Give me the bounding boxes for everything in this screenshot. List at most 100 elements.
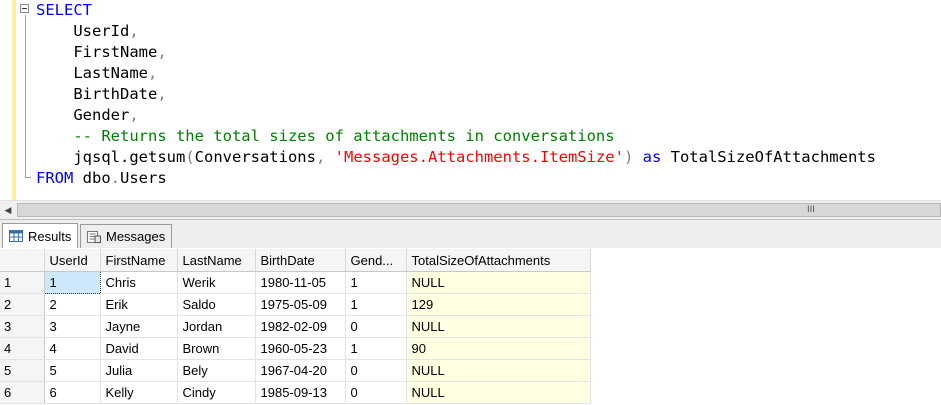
code-token: , bbox=[129, 22, 139, 40]
code-line[interactable]: -- Returns the total sizes of attachment… bbox=[36, 126, 876, 147]
tab-messages[interactable]: Messages bbox=[80, 224, 173, 248]
code-token: Users bbox=[120, 169, 167, 187]
grid-cell[interactable]: 1 bbox=[43, 271, 101, 294]
scrollbar-thumb[interactable]: III bbox=[17, 203, 941, 217]
code-line[interactable]: BirthDate, bbox=[36, 84, 876, 105]
grid-cell[interactable]: Jayne bbox=[100, 315, 178, 338]
scroll-left-arrow-icon[interactable]: ◀ bbox=[0, 201, 16, 219]
outline-line-end bbox=[25, 177, 31, 178]
column-header[interactable]: TotalSizeOfAttachments bbox=[406, 249, 591, 272]
code-line[interactable]: jqsql.getsum(Conversations, 'Messages.At… bbox=[36, 147, 876, 168]
code-token: Gender bbox=[36, 106, 130, 124]
grid-cell[interactable]: Jordan bbox=[177, 315, 256, 338]
code-line[interactable]: Gender, bbox=[36, 105, 876, 126]
grid-corner[interactable] bbox=[0, 249, 45, 272]
grid-cell[interactable]: NULL bbox=[406, 381, 591, 404]
grid-cell[interactable]: 0 bbox=[345, 359, 407, 382]
messages-icon bbox=[87, 230, 101, 243]
code-token: , bbox=[157, 43, 167, 61]
code-line[interactable]: LastName, bbox=[36, 63, 876, 84]
table-row[interactable]: 2 2 Erik Saldo 1975-05-09 1 129 bbox=[0, 293, 591, 316]
grid-cell[interactable]: 1975-05-09 bbox=[255, 293, 346, 316]
row-number[interactable]: 6 bbox=[0, 381, 45, 404]
collapse-region-icon[interactable] bbox=[20, 4, 29, 13]
grid-cell[interactable]: NULL bbox=[406, 315, 591, 338]
grid-cell[interactable]: 1 bbox=[345, 337, 407, 360]
grid-cell[interactable]: 2 bbox=[44, 293, 101, 316]
grid-cell[interactable]: 129 bbox=[406, 293, 591, 316]
grid-cell[interactable]: NULL bbox=[406, 359, 591, 382]
grid-cell[interactable]: Werik bbox=[177, 271, 256, 294]
code-token: TotalSizeOfAttachments bbox=[661, 148, 876, 166]
grid-cell[interactable]: 0 bbox=[345, 315, 407, 338]
results-grid[interactable]: UserId FirstName LastName BirthDate Gend... T… bbox=[0, 249, 941, 405]
sql-query-editor[interactable]: SELECT UserId, FirstName, LastName, Birt… bbox=[0, 0, 941, 200]
code-token: ) bbox=[623, 148, 634, 166]
tab-results[interactable]: Results bbox=[2, 223, 79, 248]
grid-cell[interactable]: Brown bbox=[177, 337, 256, 360]
row-number[interactable]: 3 bbox=[0, 315, 45, 338]
grid-cell[interactable]: 1982-02-09 bbox=[255, 315, 346, 338]
tab-messages-label: Messages bbox=[106, 229, 166, 244]
column-header[interactable]: FirstName bbox=[100, 249, 178, 272]
column-header[interactable]: Gend... bbox=[345, 249, 407, 272]
grid-cell[interactable]: Kelly bbox=[100, 381, 178, 404]
row-number[interactable]: 1 bbox=[0, 271, 45, 294]
horizontal-scrollbar[interactable]: ◀ III bbox=[0, 200, 941, 219]
code-token: FirstName bbox=[36, 43, 158, 61]
changed-lines-marker bbox=[12, 0, 16, 200]
code-line[interactable]: UserId, bbox=[36, 21, 876, 42]
table-row[interactable]: 6 6 Kelly Cindy 1985-09-13 0 NULL bbox=[0, 381, 591, 404]
grid-cell[interactable]: Saldo bbox=[177, 293, 256, 316]
grid-cell[interactable]: 1980-11-05 bbox=[255, 271, 346, 294]
code-line[interactable]: SELECT bbox=[36, 0, 876, 21]
row-number[interactable]: 2 bbox=[0, 293, 45, 316]
grid-cell[interactable]: Bely bbox=[177, 359, 256, 382]
grid-cell[interactable]: David bbox=[100, 337, 178, 360]
outline-line bbox=[25, 15, 26, 178]
grid-cell[interactable]: NULL bbox=[406, 271, 591, 294]
column-header[interactable]: BirthDate bbox=[255, 249, 346, 272]
row-number[interactable]: 4 bbox=[0, 337, 45, 360]
row-number[interactable]: 5 bbox=[0, 359, 45, 382]
code-token: LastName bbox=[36, 64, 148, 82]
code-token: , bbox=[315, 148, 335, 166]
table-row[interactable]: 4 4 David Brown 1960-05-23 1 90 bbox=[0, 337, 591, 360]
scrollbar-grip-icon: III bbox=[807, 205, 815, 215]
grid-cell[interactable]: Erik bbox=[100, 293, 178, 316]
grid-cell[interactable]: 1985-09-13 bbox=[255, 381, 346, 404]
grid-cell[interactable]: 4 bbox=[44, 337, 101, 360]
grid-cell[interactable]: 6 bbox=[44, 381, 101, 404]
code-token: BirthDate bbox=[36, 85, 158, 103]
code-token: dbo bbox=[73, 169, 111, 187]
grid-cell[interactable]: 1960-05-23 bbox=[255, 337, 346, 360]
grid-cell[interactable]: Cindy bbox=[177, 381, 256, 404]
grid-cell[interactable]: 90 bbox=[406, 337, 591, 360]
sql-code[interactable]: SELECT UserId, FirstName, LastName, Birt… bbox=[36, 0, 876, 189]
code-token: UserId bbox=[36, 22, 130, 40]
table-row[interactable]: 3 3 Jayne Jordan 1982-02-09 0 NULL bbox=[0, 315, 591, 338]
table-row[interactable]: 5 5 Julia Bely 1967-04-20 0 NULL bbox=[0, 359, 591, 382]
grid-cell[interactable]: 3 bbox=[44, 315, 101, 338]
grid-cell[interactable]: 1 bbox=[345, 271, 407, 294]
grid-cell[interactable]: 0 bbox=[345, 381, 407, 404]
code-token: as bbox=[642, 148, 662, 166]
code-line[interactable]: FirstName, bbox=[36, 42, 876, 63]
code-token: 'Messages.Attachments.ItemSize' bbox=[334, 148, 624, 166]
grid-cell[interactable]: 5 bbox=[44, 359, 101, 382]
code-token: -- Returns the total sizes of attachment… bbox=[36, 127, 615, 145]
table-row[interactable]: 1 1 Chris Werik 1980-11-05 1 NULL bbox=[0, 271, 591, 294]
column-header[interactable]: LastName bbox=[177, 249, 256, 272]
column-header[interactable]: UserId bbox=[44, 249, 101, 272]
code-token: jqsql.getsum bbox=[36, 148, 186, 166]
grid-cell[interactable]: 1967-04-20 bbox=[255, 359, 346, 382]
code-token: , bbox=[157, 85, 167, 103]
grid-cell[interactable]: Chris bbox=[100, 271, 178, 294]
code-token: , bbox=[129, 106, 139, 124]
results-table: UserId FirstName LastName BirthDate Gend... T… bbox=[0, 249, 591, 404]
code-token: FROM bbox=[36, 169, 74, 187]
code-line[interactable]: FROM dbo.Users bbox=[36, 168, 876, 189]
grid-cell[interactable]: Julia bbox=[100, 359, 178, 382]
code-token: ( bbox=[185, 148, 195, 166]
grid-cell[interactable]: 1 bbox=[345, 293, 407, 316]
